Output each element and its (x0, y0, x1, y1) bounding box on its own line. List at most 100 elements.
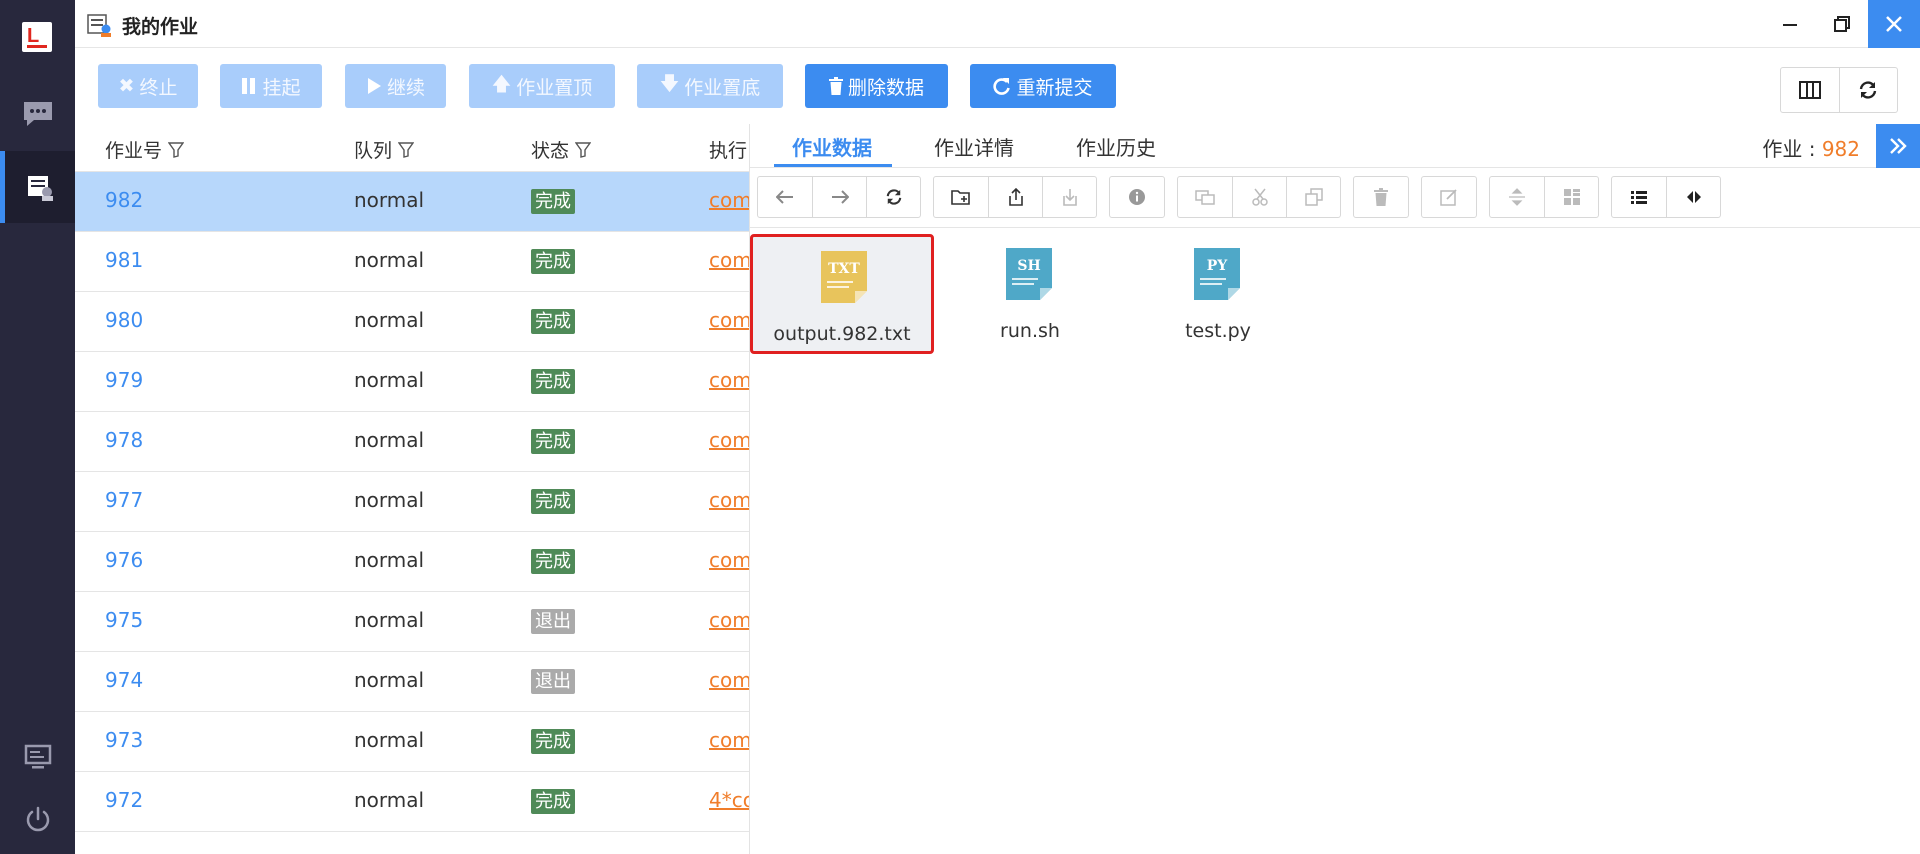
file-item[interactable]: TXT output.982.txt (750, 234, 934, 354)
file-name: run.sh (1000, 320, 1060, 342)
split-view-button[interactable] (1666, 177, 1720, 217)
exec-link[interactable]: com (709, 368, 751, 392)
status-badge: 完成 (531, 789, 575, 814)
my-jobs-nav[interactable] (0, 151, 75, 223)
tab-job-details[interactable]: 作业详情 (934, 132, 1014, 161)
file-item[interactable]: SH run.sh (938, 234, 1122, 354)
tab-job-data[interactable]: 作业数据 (792, 132, 872, 161)
columns-button[interactable] (1781, 68, 1839, 112)
table-row[interactable]: 976 normal 完成 com (75, 532, 751, 592)
exec-link[interactable]: com (709, 488, 751, 512)
new-folder-button[interactable] (934, 177, 988, 217)
list-icon (1631, 191, 1647, 204)
rename-button[interactable] (1178, 177, 1232, 217)
col-exec[interactable]: 执行 (709, 136, 747, 163)
table-row[interactable]: 974 normal 退出 com (75, 652, 751, 712)
queue-cell: normal (354, 428, 425, 452)
exec-link[interactable]: com (709, 308, 751, 332)
job-id-link[interactable]: 973 (105, 728, 143, 752)
col-status[interactable]: 状态 (531, 136, 592, 163)
file-name: test.py (1185, 320, 1251, 342)
monitor-nav[interactable] (0, 732, 75, 782)
table-row[interactable]: 982 normal 完成 com (75, 172, 751, 232)
resume-button[interactable]: 继续 (345, 64, 446, 108)
suspend-button[interactable]: 挂起 (220, 64, 322, 108)
job-id-link[interactable]: 972 (105, 788, 143, 812)
power-nav[interactable] (0, 795, 75, 845)
exec-link[interactable]: com (709, 608, 751, 632)
restore-button[interactable] (1816, 0, 1868, 48)
messages-nav[interactable] (0, 78, 75, 150)
forward-button[interactable] (812, 177, 866, 217)
table-row[interactable]: 977 normal 完成 com (75, 472, 751, 532)
job-number: 982 (1821, 137, 1860, 161)
terminate-button[interactable]: ✖ 终止 (98, 64, 198, 108)
delete-data-button[interactable]: 删除数据 (805, 64, 948, 108)
col-queue[interactable]: 队列 (354, 136, 415, 163)
cut-button[interactable] (1232, 177, 1286, 217)
info-button[interactable] (1110, 177, 1164, 217)
job-label-text: 作业 : (1762, 137, 1822, 161)
exec-link[interactable]: com (709, 428, 751, 452)
job-id-link[interactable]: 982 (105, 188, 143, 212)
table-row[interactable]: 972 normal 完成 4*co (75, 772, 751, 832)
filter-icon[interactable] (398, 141, 415, 158)
resubmit-label: 重新提交 (1016, 76, 1093, 99)
table-row[interactable]: 979 normal 完成 com (75, 352, 751, 412)
download-icon (1062, 189, 1077, 206)
job-id-link[interactable]: 976 (105, 548, 143, 572)
resubmit-button[interactable]: 重新提交 (970, 64, 1116, 108)
delete-data-label: 删除数据 (847, 76, 924, 99)
exec-link[interactable]: com (709, 548, 751, 572)
queue-cell: normal (354, 488, 425, 512)
file-item[interactable]: PY test.py (1126, 234, 1310, 354)
exec-link[interactable]: com (709, 728, 751, 752)
table-row[interactable]: 973 normal 完成 com (75, 712, 751, 772)
exec-link[interactable]: 4*co (709, 788, 751, 812)
table-row[interactable]: 980 normal 完成 com (75, 292, 751, 352)
close-icon (1886, 16, 1902, 32)
job-id-link[interactable]: 980 (105, 308, 143, 332)
table-row[interactable]: 978 normal 完成 com (75, 412, 751, 472)
job-id-link[interactable]: 977 (105, 488, 143, 512)
job-id-link[interactable]: 981 (105, 248, 143, 272)
job-id-link[interactable]: 974 (105, 668, 143, 692)
exec-link[interactable]: com (709, 248, 751, 272)
minimize-button[interactable] (1764, 0, 1816, 48)
table-row[interactable]: 981 normal 完成 com (75, 232, 751, 292)
status-badge: 完成 (531, 309, 575, 334)
download-button[interactable] (1042, 177, 1096, 217)
refresh-button[interactable] (1838, 68, 1898, 112)
pin-top-button[interactable]: 🡅 作业置顶 (469, 64, 615, 108)
info-icon (1129, 189, 1145, 205)
copy-icon (1304, 188, 1323, 206)
tab-job-history[interactable]: 作业历史 (1076, 132, 1156, 161)
window-title: 我的作业 (122, 16, 199, 38)
copy-button[interactable] (1286, 177, 1340, 217)
minimize-icon (1783, 24, 1797, 26)
filter-icon[interactable] (168, 141, 185, 158)
col-job-id[interactable]: 作业号 (105, 136, 185, 163)
pin-bottom-button[interactable]: 🡇 作业置底 (637, 64, 783, 108)
resize-button[interactable] (1490, 177, 1544, 217)
filter-icon[interactable] (575, 141, 592, 158)
upload-button[interactable] (988, 177, 1042, 217)
grid-view-button[interactable] (1544, 177, 1598, 217)
collapse-panel-button[interactable] (1876, 124, 1920, 168)
close-button[interactable] (1868, 0, 1920, 48)
active-tab-indicator (774, 164, 892, 167)
arrow-right-icon (831, 190, 849, 204)
exec-link[interactable]: com (709, 188, 751, 212)
list-view-button[interactable] (1612, 177, 1666, 217)
exec-link[interactable]: com (709, 668, 751, 692)
edit-button[interactable] (1422, 177, 1476, 217)
scissors-icon (1251, 188, 1268, 206)
job-id-link[interactable]: 975 (105, 608, 143, 632)
job-id-link[interactable]: 979 (105, 368, 143, 392)
reload-button[interactable] (866, 177, 920, 217)
back-button[interactable] (758, 177, 812, 217)
job-id-link[interactable]: 978 (105, 428, 143, 452)
title-bar: 我的作业 (75, 0, 1920, 48)
delete-file-button[interactable] (1354, 177, 1408, 217)
table-row[interactable]: 975 normal 退出 com (75, 592, 751, 652)
